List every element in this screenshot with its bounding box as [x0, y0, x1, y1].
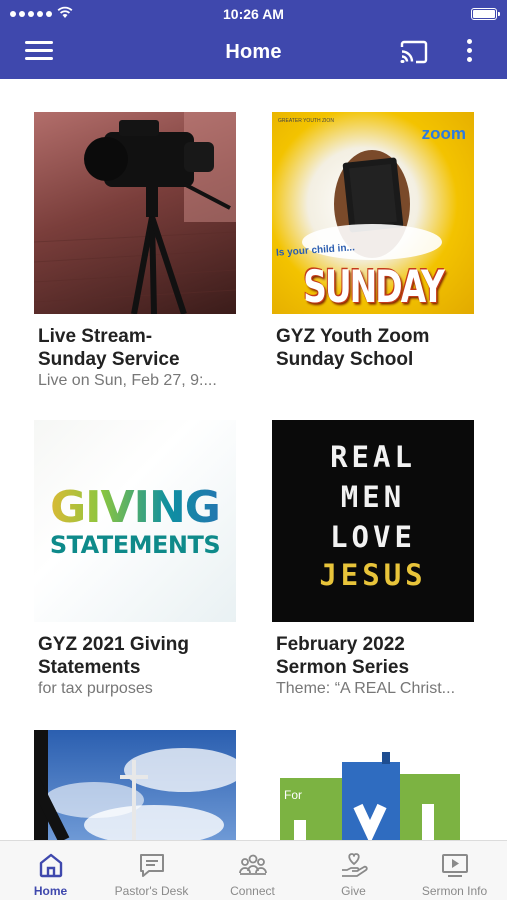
real-men-text-line: REAL	[330, 440, 416, 474]
nav-item-pastors-desk[interactable]: Pastor's Desk	[101, 841, 202, 900]
cast-icon[interactable]	[399, 40, 429, 64]
card-sermon-series[interactable]: REAL MEN LOVE JESUS February 2022 Sermon…	[272, 420, 474, 699]
statements-headline: STATEMENTS	[49, 531, 221, 559]
card-title: Live Stream- Sunday Service	[38, 326, 180, 370]
sunday-school-headline: SUNDAY SCHOOL?	[294, 260, 454, 314]
people-icon	[239, 854, 267, 875]
card-thumbnail-sunday-school: GREATER YOUTH ZION zoom Is your child in…	[272, 112, 474, 314]
real-men-text-line: LOVE	[330, 520, 416, 554]
nav-item-connect[interactable]: Connect	[202, 841, 303, 900]
card-title: GYZ 2021 Giving Statements	[38, 634, 189, 678]
app-bar: 10:26 AM Home	[0, 0, 507, 79]
card-thumbnail-giving: GIVING STATEMENTS	[34, 420, 236, 622]
card-title: GYZ Youth Zoom Sunday School	[276, 326, 430, 370]
real-men-text-line: JESUS	[319, 558, 427, 592]
more-vert-icon[interactable]	[463, 39, 475, 67]
real-men-text-line: MEN	[340, 480, 406, 514]
battery-icon	[471, 8, 500, 20]
nav-label: Home	[33, 884, 68, 898]
nav-label: Connect	[230, 884, 275, 898]
card-subtitle: Theme: “A REAL Christ...	[276, 680, 456, 697]
give-hand-icon	[342, 853, 368, 877]
card-live-stream[interactable]: Live Stream- Sunday Service Live on Sun,…	[34, 112, 236, 391]
nav-item-home[interactable]: Home	[0, 841, 101, 900]
message-icon	[140, 854, 164, 877]
giving-headline: GIVING	[34, 482, 236, 533]
video-camera-image	[34, 112, 236, 314]
card-thumbnail-real-men: REAL MEN LOVE JESUS	[272, 420, 474, 622]
card-giving-statements[interactable]: GIVING STATEMENTS GYZ 2021 Giving Statem…	[34, 420, 236, 699]
home-icon	[39, 853, 63, 878]
fyi-tag: For	[284, 788, 302, 802]
bottom-navigation: Home Pastor's Desk Connect Give Sermon I…	[0, 840, 507, 900]
nav-label: Give	[341, 884, 366, 898]
video-play-icon	[442, 854, 468, 877]
card-thumbnail-camera	[34, 112, 236, 314]
status-time: 10:26 AM	[223, 6, 284, 22]
page-title: Home	[225, 41, 282, 63]
card-subtitle: for tax purposes	[38, 680, 153, 697]
card-subtitle: Live on Sun, Feb 27, 9:...	[38, 372, 217, 389]
nav-label: Sermon Info	[421, 884, 488, 898]
nav-item-sermon-info[interactable]: Sermon Info	[404, 841, 505, 900]
card-title: February 2022 Sermon Series	[276, 634, 410, 678]
nav-item-give[interactable]: Give	[303, 841, 404, 900]
nav-label: Pastor's Desk	[114, 884, 189, 898]
status-bar: 10:26 AM	[0, 0, 507, 28]
card-youth-zoom[interactable]: GREATER YOUTH ZION zoom Is your child in…	[272, 112, 474, 371]
